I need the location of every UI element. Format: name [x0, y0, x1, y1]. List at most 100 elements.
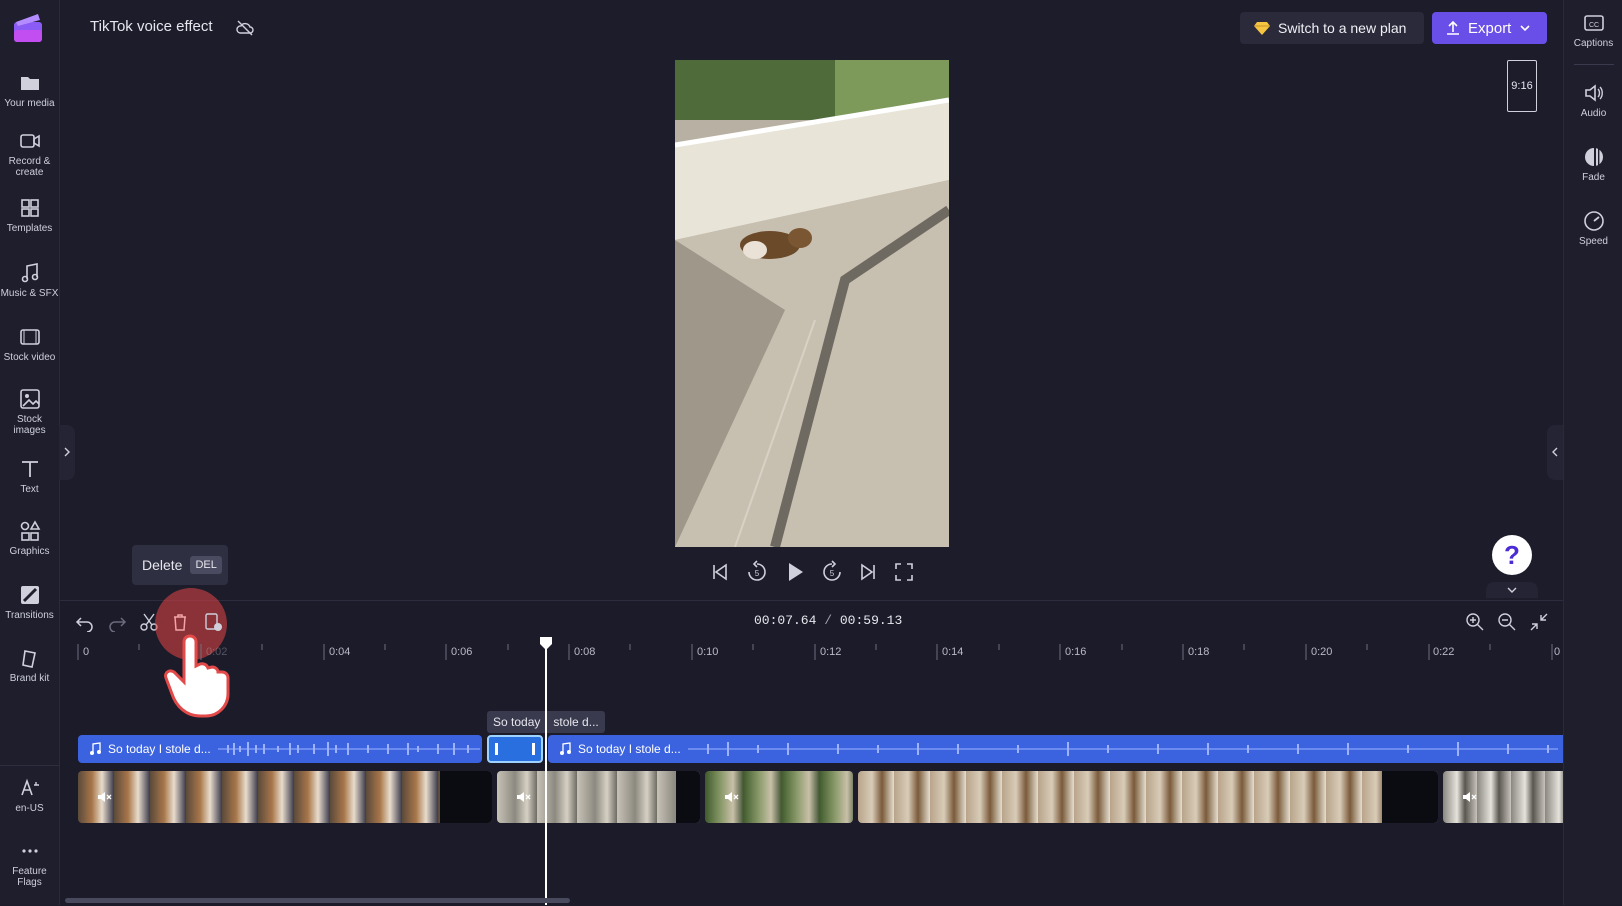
zoom-in-icon[interactable] — [1465, 612, 1485, 632]
preview-frame — [675, 60, 949, 547]
audio-clip[interactable]: So today I stole d... — [78, 735, 482, 763]
project-title[interactable]: TikTok voice effect — [90, 18, 213, 35]
delete-shortcut-key: DEL — [190, 556, 222, 574]
play-icon[interactable] — [783, 560, 807, 584]
expand-right-panel[interactable] — [1547, 425, 1563, 480]
tick-label: 0:12 — [820, 646, 842, 658]
clip-black-segment — [676, 771, 700, 823]
current-time: 00:07.64 — [754, 613, 817, 628]
forward-5-icon[interactable]: 5 — [820, 560, 844, 584]
video-clip[interactable] — [1443, 771, 1563, 823]
audio-clip-selected[interactable] — [487, 735, 543, 763]
video-clip[interactable] — [705, 771, 853, 823]
waveform — [688, 742, 1558, 756]
export-button[interactable]: Export — [1432, 12, 1547, 44]
tick-label: 0:08 — [574, 646, 596, 658]
sidebar-item-music-sfx[interactable]: Music & SFX — [0, 262, 59, 299]
playhead[interactable] — [545, 640, 547, 905]
tick-label: 0:16 — [1065, 646, 1087, 658]
sidebar-item-graphics[interactable]: Graphics — [0, 520, 59, 557]
captions-icon: CC — [1583, 15, 1604, 31]
tick-label: 0:18 — [1188, 646, 1210, 658]
redo-icon[interactable] — [107, 612, 127, 632]
video-clip[interactable] — [858, 771, 1438, 823]
sidebar-divider — [0, 765, 59, 766]
sidebar-item-text[interactable]: Text — [0, 458, 59, 495]
sidebar-item-label: Speed — [1579, 236, 1608, 247]
tick-label: 0 — [83, 646, 90, 658]
shapes-icon — [20, 520, 40, 541]
music-note-icon — [560, 742, 571, 755]
camera-icon — [19, 134, 40, 148]
trim-handle-right[interactable] — [532, 743, 535, 755]
diamond-icon — [1254, 22, 1270, 35]
total-time: 00:59.13 — [839, 613, 903, 628]
clip-black-segment — [1382, 771, 1438, 823]
sidebar-item-audio[interactable]: Audio — [1564, 82, 1622, 119]
timecode: 00:07.64 / 00:59.13 — [754, 613, 902, 628]
rewind-5-icon[interactable]: 5 — [745, 560, 769, 584]
sidebar-item-label: Record & create — [8, 156, 51, 178]
undo-icon[interactable] — [75, 612, 95, 632]
svg-text:5: 5 — [755, 569, 760, 578]
clip-tooltip-right: stole d... — [553, 715, 599, 729]
switch-plan-button[interactable]: Switch to a new plan — [1240, 12, 1424, 44]
tick-label: 0:20 — [1311, 646, 1333, 658]
timeline-scrollbar[interactable] — [65, 898, 570, 903]
sidebar-item-label: Transitions — [5, 610, 54, 621]
templates-icon — [20, 199, 39, 217]
sidebar-item-record-create[interactable]: Record & create — [0, 130, 59, 178]
sidebar-item-label: Templates — [6, 223, 53, 234]
expand-left-panel[interactable] — [59, 425, 75, 480]
sidebar-item-brand-kit[interactable]: Brand kit — [0, 647, 59, 684]
transition-icon — [20, 586, 39, 604]
sidebar-item-label: Captions — [1573, 38, 1614, 49]
sidebar-item-language[interactable]: en-US — [0, 777, 59, 814]
speaker-icon — [1584, 84, 1603, 102]
chevron-right-icon — [64, 447, 70, 457]
help-button[interactable]: ? — [1492, 535, 1532, 575]
tick-label: 0:02 — [206, 646, 228, 658]
sidebar-item-label: Your media — [4, 98, 55, 109]
sidebar-item-captions[interactable]: CC Captions — [1564, 12, 1622, 49]
aspect-ratio-button[interactable]: 9:16 — [1507, 60, 1537, 112]
sidebar-item-transitions[interactable]: Transitions — [0, 584, 59, 621]
collapse-timeline-handle[interactable] — [1486, 582, 1538, 598]
clip-black-segment — [440, 771, 492, 823]
sidebar-item-fade[interactable]: Fade — [1564, 146, 1622, 183]
sidebar-item-label: Fade — [1582, 172, 1605, 183]
sidebar-item-label: Brand kit — [9, 673, 50, 684]
sidebar-item-your-media[interactable]: Your media — [0, 72, 59, 109]
sidebar-item-stock-images[interactable]: Stock images — [0, 388, 59, 436]
audio-clip[interactable]: So today I stole d... — [548, 735, 1563, 763]
chevron-left-icon — [1552, 447, 1558, 457]
music-icon — [21, 263, 38, 283]
tick-label: 0:06 — [451, 646, 473, 658]
fullscreen-icon[interactable] — [892, 560, 916, 584]
brand-kit-icon — [21, 650, 36, 668]
time-separator: / — [824, 613, 833, 628]
waveform — [218, 742, 480, 756]
sidebar-item-feature-flags[interactable]: Feature Flags — [0, 840, 59, 888]
upload-icon — [1447, 20, 1459, 35]
svg-text:CC: CC — [1588, 22, 1598, 29]
skip-to-start-icon[interactable] — [708, 560, 732, 584]
sidebar-item-speed[interactable]: Speed — [1564, 210, 1622, 247]
video-clip[interactable] — [78, 771, 492, 823]
chevron-down-icon — [1507, 587, 1517, 593]
video-clip[interactable] — [497, 771, 700, 823]
sidebar-item-label: en-US — [15, 803, 44, 814]
sidebar-item-templates[interactable]: Templates — [0, 197, 59, 234]
playhead-handle-icon[interactable] — [539, 636, 553, 650]
switch-plan-label: Switch to a new plan — [1278, 20, 1407, 36]
muted-speaker-icon — [725, 792, 739, 802]
audio-clip-label: So today I stole d... — [578, 742, 681, 756]
zoom-out-icon[interactable] — [1497, 612, 1517, 632]
skip-to-end-icon[interactable] — [856, 560, 880, 584]
trim-handle-left[interactable] — [495, 743, 498, 755]
fit-timeline-icon[interactable] — [1529, 612, 1549, 632]
sidebar-item-stock-video[interactable]: Stock video — [0, 326, 59, 363]
sidebar-item-label: Feature Flags — [12, 866, 47, 888]
tick-label: 0:14 — [942, 646, 964, 658]
video-preview[interactable] — [675, 60, 949, 547]
